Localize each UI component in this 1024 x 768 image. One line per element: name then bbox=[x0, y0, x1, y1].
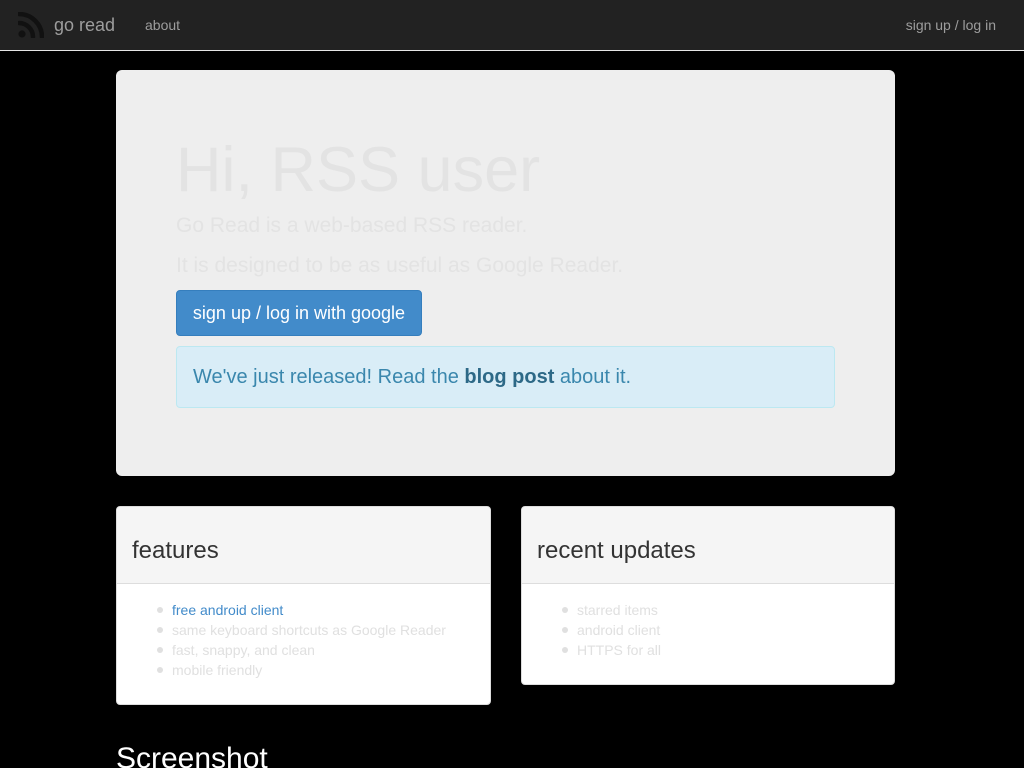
hero-subdescription: It is designed to be as useful as Google… bbox=[176, 254, 624, 277]
release-alert: We've just released! Read the blog post … bbox=[176, 346, 835, 408]
updates-list: starred items android client HTTPS for a… bbox=[522, 584, 894, 660]
updates-panel-heading: recent updates bbox=[522, 507, 894, 584]
features-title: features bbox=[132, 537, 219, 564]
screenshot-heading: Screenshot bbox=[116, 742, 268, 768]
brand-link[interactable]: go read bbox=[18, 11, 115, 39]
updates-panel-body: starred items android client HTTPS for a… bbox=[522, 584, 894, 660]
nav-signup-link[interactable]: sign up / log in bbox=[906, 17, 996, 33]
update-item-https: HTTPS for all bbox=[562, 640, 894, 660]
features-panel-body: free android client same keyboard shortc… bbox=[117, 584, 490, 680]
feature-item-android[interactable]: free android client bbox=[157, 600, 490, 620]
features-panel-heading: features bbox=[117, 507, 490, 584]
rss-icon bbox=[18, 12, 44, 38]
hero-jumbotron: Hi, RSS user Go Read is a web-based RSS … bbox=[116, 70, 895, 476]
update-item-starred: starred items bbox=[562, 600, 894, 620]
blog-post-link[interactable]: blog post bbox=[464, 366, 554, 388]
feature-item-fast: fast, snappy, and clean bbox=[157, 640, 490, 660]
hero-description: Go Read is a web-based RSS reader. bbox=[176, 214, 528, 237]
features-panel: features free android client same keyboa… bbox=[116, 506, 491, 705]
nav-about-link[interactable]: about bbox=[145, 17, 180, 33]
feature-item-mobile: mobile friendly bbox=[157, 660, 490, 680]
alert-prefix: We've just released! Read the bbox=[193, 366, 465, 388]
google-signup-button[interactable]: sign up / log in with google bbox=[176, 290, 422, 336]
hero-title: Hi, RSS user bbox=[176, 135, 541, 205]
feature-item-shortcuts: same keyboard shortcuts as Google Reader bbox=[157, 620, 490, 640]
features-list: free android client same keyboard shortc… bbox=[117, 584, 490, 680]
updates-panel: recent updates starred items android cli… bbox=[521, 506, 895, 685]
navbar: go read about sign up / log in bbox=[0, 0, 1024, 51]
alert-suffix: about it. bbox=[554, 366, 632, 388]
updates-title: recent updates bbox=[537, 537, 696, 564]
update-item-android: android client bbox=[562, 620, 894, 640]
brand-text: go read bbox=[54, 14, 116, 35]
